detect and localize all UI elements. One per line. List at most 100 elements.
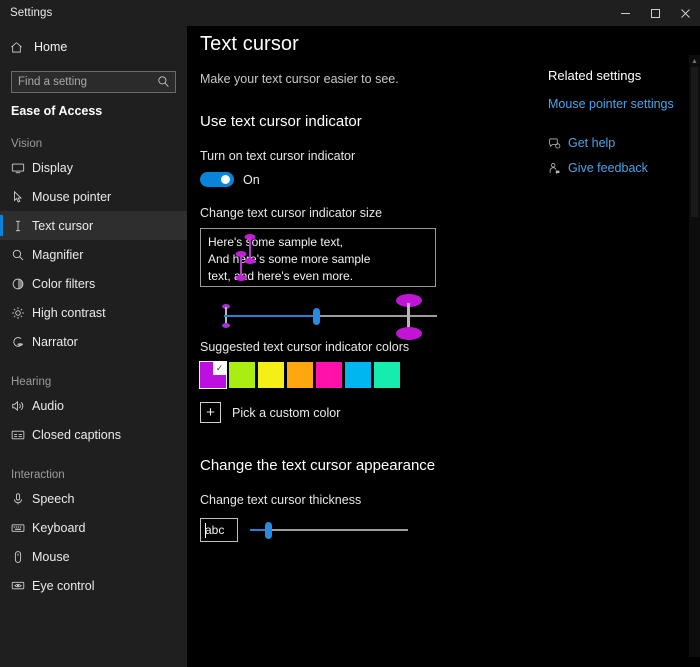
color-filters-icon xyxy=(11,277,32,291)
sidebar-item-mouse-pointer[interactable]: Mouse pointer xyxy=(0,182,187,211)
sidebar-item-keyboard[interactable]: Keyboard xyxy=(0,513,187,542)
color-swatch-orange[interactable] xyxy=(287,362,313,388)
sidebar-item-label: Display xyxy=(32,161,73,175)
color-swatch-yellow[interactable] xyxy=(258,362,284,388)
sidebar-item-text-cursor[interactable]: Text cursor xyxy=(0,211,187,240)
settings-window: Settings Home Ease o xyxy=(0,0,700,667)
section-heading-indicator: Use text cursor indicator xyxy=(200,113,532,130)
title-bar-left: Settings xyxy=(0,0,187,26)
thickness-preview: abc xyxy=(200,518,238,542)
sidebar-item-speech[interactable]: Speech xyxy=(0,484,187,513)
eye-control-icon xyxy=(11,579,32,593)
toggle-state-label: On xyxy=(243,173,260,187)
thickness-caption: Change text cursor thickness xyxy=(200,493,532,507)
audio-icon xyxy=(11,399,32,413)
give-feedback-row[interactable]: Give feedback xyxy=(548,161,700,175)
window-title: Settings xyxy=(0,7,52,19)
narrator-icon xyxy=(11,335,32,349)
get-help-row[interactable]: Get help xyxy=(548,136,700,150)
sidebar-item-label: Closed captions xyxy=(32,428,121,442)
sidebar-item-display[interactable]: Display xyxy=(0,153,187,182)
minimize-button[interactable] xyxy=(610,0,640,26)
toggle-knob xyxy=(221,175,230,184)
sidebar-item-label: Narrator xyxy=(32,335,78,349)
sidebar-item-label: Magnifier xyxy=(32,248,83,262)
close-button[interactable] xyxy=(670,0,700,26)
check-icon: ✓ xyxy=(213,362,226,375)
pick-custom-color-label: Pick a custom color xyxy=(232,406,340,420)
give-feedback-icon xyxy=(548,162,568,175)
slider-fill xyxy=(224,315,316,317)
scrollbar-thumb[interactable] xyxy=(691,67,698,217)
color-swatch-cyan-blue[interactable] xyxy=(345,362,371,388)
sample-text-preview: Here's some sample text, And here's some… xyxy=(200,228,436,287)
title-bar: Settings xyxy=(0,0,700,26)
monitor-icon xyxy=(11,161,32,175)
get-help-label: Get help xyxy=(568,136,615,150)
sidebar-item-closed-captions[interactable]: Closed captions xyxy=(0,420,187,449)
plus-icon: + xyxy=(200,402,221,423)
sample-line: Here's some sample text, xyxy=(208,234,429,251)
give-feedback-label: Give feedback xyxy=(568,161,648,175)
vertical-scrollbar[interactable]: ▲ xyxy=(689,55,700,657)
mouse-pointer-settings-link[interactable]: Mouse pointer settings xyxy=(548,97,700,111)
section-heading-appearance: Change the text cursor appearance xyxy=(200,457,532,474)
indicator-size-slider-row[interactable] xyxy=(200,296,436,338)
page-title: Text cursor xyxy=(200,33,532,56)
maximize-button[interactable] xyxy=(640,0,670,26)
sidebar-item-mouse[interactable]: Mouse xyxy=(0,542,187,571)
closed-captions-icon xyxy=(11,428,32,442)
color-swatch-list: ✓ xyxy=(200,362,532,388)
color-swatch-lime[interactable] xyxy=(229,362,255,388)
keyboard-icon xyxy=(11,521,32,535)
sidebar-item-label: Color filters xyxy=(32,277,95,291)
search-icon xyxy=(157,75,170,93)
cap-bottom xyxy=(396,327,422,340)
sidebar: Home Ease of Access Vision Display Mouse… xyxy=(0,0,187,667)
text-cursor-indicator-toggle[interactable] xyxy=(200,172,234,187)
text-cursor-icon xyxy=(11,219,32,233)
sidebar-item-magnifier[interactable]: Magnifier xyxy=(0,240,187,269)
thickness-preview-text: abc xyxy=(205,523,224,537)
sidebar-item-label: Mouse xyxy=(32,550,70,564)
settings-column: Text cursor Make your text cursor easier… xyxy=(187,26,532,667)
thickness-slider-thumb[interactable] xyxy=(265,522,272,539)
magnifier-icon xyxy=(11,248,32,262)
indicator-size-slider-thumb[interactable] xyxy=(313,308,320,325)
related-settings-column: Related settings Mouse pointer settings … xyxy=(532,26,700,667)
sidebar-home-label: Home xyxy=(34,40,67,54)
sample-line: text, and here's even more. xyxy=(208,268,429,285)
main-content: Text cursor Make your text cursor easier… xyxy=(187,0,700,667)
mouse-icon xyxy=(11,550,32,564)
sample-line: And here's some more sample xyxy=(208,251,429,268)
sidebar-item-label: Keyboard xyxy=(32,521,86,535)
sidebar-item-label: Audio xyxy=(32,399,64,413)
sidebar-item-label: Text cursor xyxy=(32,219,93,233)
sidebar-item-narrator[interactable]: Narrator xyxy=(0,327,187,356)
sidebar-item-label: Eye control xyxy=(32,579,95,593)
slider-track[interactable] xyxy=(250,529,408,531)
sidebar-item-home[interactable]: Home xyxy=(0,32,187,62)
color-swatch-spring-green[interactable] xyxy=(374,362,400,388)
color-swatch-magenta[interactable]: ✓ xyxy=(200,362,226,388)
sidebar-item-audio[interactable]: Audio xyxy=(0,391,187,420)
thickness-row: abc xyxy=(200,517,532,543)
sidebar-item-eye-control[interactable]: Eye control xyxy=(0,571,187,600)
pick-custom-color-button[interactable]: + Pick a custom color xyxy=(200,402,532,423)
cap-bottom xyxy=(222,323,230,328)
search-box[interactable] xyxy=(11,71,176,93)
sidebar-category-title: Ease of Access xyxy=(0,104,187,118)
mouse-pointer-icon xyxy=(11,190,32,204)
large-cursor-indicator-icon xyxy=(396,294,422,340)
sidebar-group-vision-title: Vision xyxy=(0,138,187,150)
page-subtitle: Make your text cursor easier to see. xyxy=(200,72,532,86)
related-settings-title: Related settings xyxy=(548,68,700,83)
sidebar-item-color-filters[interactable]: Color filters xyxy=(0,269,187,298)
color-swatch-pink[interactable] xyxy=(316,362,342,388)
window-controls xyxy=(187,0,700,26)
sidebar-item-high-contrast[interactable]: High contrast xyxy=(0,298,187,327)
thickness-slider[interactable] xyxy=(250,518,408,542)
text-cursor-indicator-toggle-row[interactable]: On xyxy=(200,172,532,187)
scroll-up-arrow-icon[interactable]: ▲ xyxy=(689,55,700,67)
high-contrast-icon xyxy=(11,306,32,320)
